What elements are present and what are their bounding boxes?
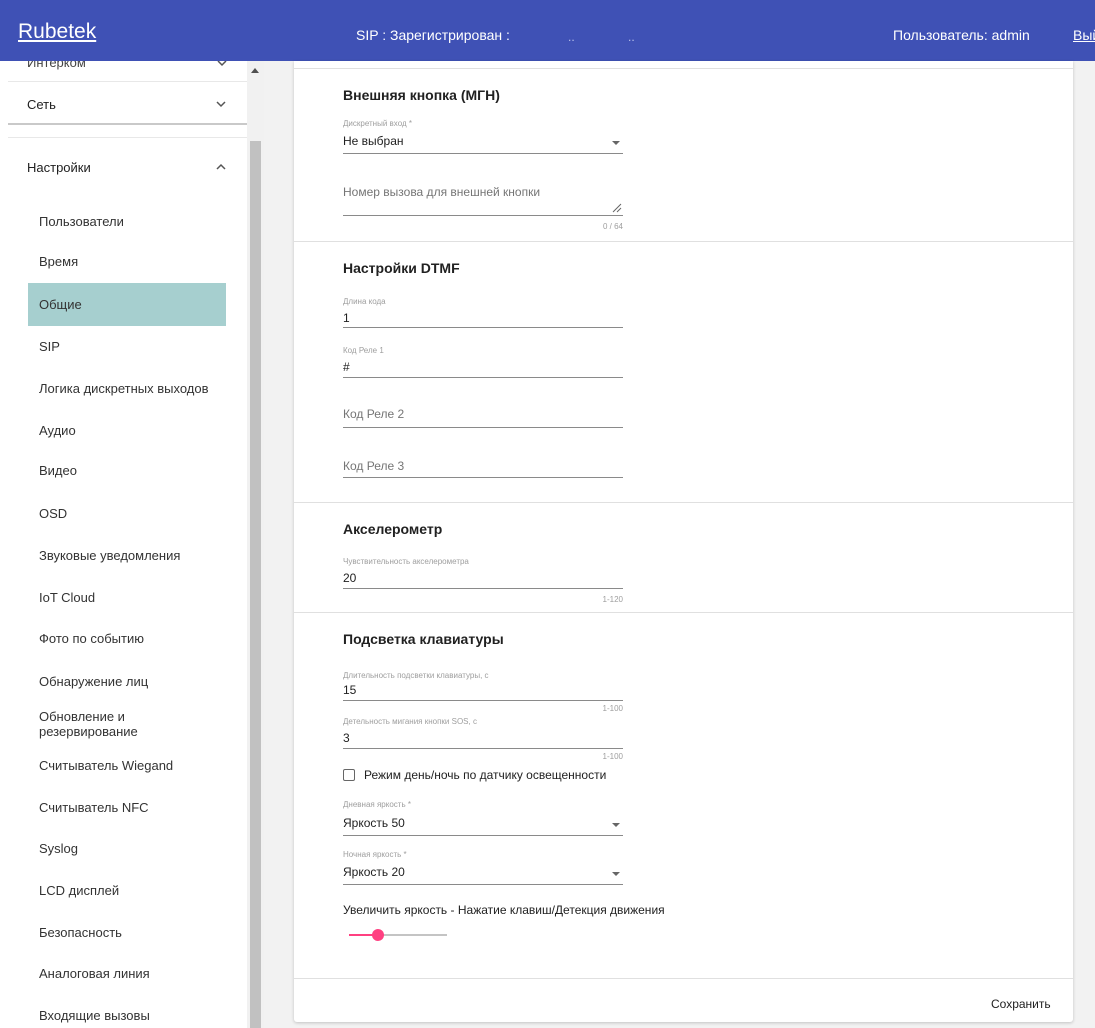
dropdown-arrow-icon[interactable] [612,823,620,827]
sidebar-item-face-detection[interactable]: Обнаружение лиц [28,664,226,698]
sidebar-item-general[interactable]: Общие [28,283,226,326]
sidebar-item-security[interactable]: Безопасность [28,915,226,949]
field-underline [343,477,623,478]
sensitivity-range-hint: 1-120 [602,595,623,604]
dropdown-arrow-icon[interactable] [612,872,620,876]
section-title-keyboard-backlight: Подсветка клавиатуры [343,631,504,647]
field-underline [343,327,623,328]
code-length-input[interactable]: 1 [343,311,350,325]
sensitivity-input[interactable]: 20 [343,571,356,585]
sidebar-divider [8,123,247,125]
call-number-textarea[interactable]: Номер вызова для внешней кнопки [343,185,540,199]
top-app-bar: Rubetek SIP : Зарегистрирован : .. .. По… [0,0,1095,61]
sidebar-item-sound-notifications[interactable]: Звуковые уведомления [28,538,226,572]
sip-status: SIP : Зарегистрирован : [356,27,510,43]
sidebar-item-wiegand-reader[interactable]: Считыватель Wiegand [28,748,226,782]
daynight-checkbox-label[interactable]: Режим день/ночь по датчику освещенности [364,768,606,782]
dropdown-arrow-icon[interactable] [612,141,620,145]
night-brightness-label: Ночная яркость * [343,850,407,859]
sidebar-item-discrete-outputs-logic[interactable]: Логика дискретных выходов [28,367,226,409]
day-brightness-label: Дневная яркость * [343,800,411,809]
sidebar-item-incoming-calls[interactable]: Входящие вызовы [28,998,226,1028]
sip-status-dots-2: .. [628,30,635,44]
sidebar-item-audio[interactable]: Аудио [28,413,226,447]
field-underline [343,427,623,428]
sidebar-item-osd[interactable]: OSD [28,496,226,530]
code-length-label: Длина кода [343,297,386,306]
field-underline [343,884,623,885]
field-underline [343,153,623,154]
backlight-duration-label: Длительность подсветки клавиатуры, с [343,671,489,680]
logout-link[interactable]: Выйти [1073,27,1095,43]
sidebar-group-label: Сеть [27,97,56,112]
discrete-input-label: Дискретный вход * [343,119,412,128]
field-underline [343,835,623,836]
sos-blink-hint: 1-100 [602,752,623,761]
chevron-down-icon [216,101,226,108]
chevron-down-icon [217,61,227,67]
sidebar-item-time[interactable]: Время [28,244,226,278]
sidebar-item-lcd-display[interactable]: LCD дисплей [28,873,226,907]
sidebar: Интерком Сеть Настройки Пользователи Вре… [0,61,247,1028]
sidebar-divider [8,81,247,82]
relay1-code-label: Код Реле 1 [343,346,384,355]
sensitivity-label: Чувствительность акселерометра [343,557,469,566]
sidebar-item-nfc-reader[interactable]: Считыватель NFC [28,790,226,824]
relay1-code-input[interactable]: # [343,360,350,374]
increase-brightness-slider-thumb[interactable] [372,929,384,941]
scroll-up-arrow-icon[interactable] [251,68,259,73]
settings-card: Внешняя кнопка (МГН) Дискретный вход * Н… [294,61,1073,1022]
day-brightness-select[interactable]: Яркость 50 [343,816,405,830]
night-brightness-select[interactable]: Яркость 20 [343,865,405,879]
section-divider [294,241,1073,242]
section-title-dtmf: Настройки DTMF [343,260,460,276]
sidebar-divider [8,137,247,138]
sidebar-item-syslog[interactable]: Syslog [28,831,226,865]
daynight-checkbox[interactable] [343,769,355,781]
section-divider [294,502,1073,503]
sidebar-item-iot-cloud[interactable]: IoT Cloud [28,580,226,614]
section-title-external-button: Внешняя кнопка (МГН) [343,87,500,103]
backlight-duration-input[interactable]: 15 [343,683,356,697]
brand-logo-link[interactable]: Rubetek [18,20,96,44]
sidebar-group-network[interactable]: Сеть [0,83,247,127]
sidebar-group-settings[interactable]: Настройки [0,146,247,190]
discrete-input-select[interactable]: Не выбран [343,134,404,148]
chevron-up-icon [216,163,226,170]
char-counter: 0 / 64 [602,222,623,231]
sidebar-item-intercom[interactable]: Интерком [27,61,86,70]
field-underline [343,215,623,216]
section-title-accelerometer: Акселерометр [343,521,443,537]
section-divider [294,612,1073,613]
sos-blink-input[interactable]: 3 [343,731,350,745]
section-divider [294,68,1073,69]
sip-status-dots-1: .. [568,30,575,44]
field-underline [343,748,623,749]
sidebar-item-analog-line[interactable]: Аналоговая линия [28,956,226,990]
sidebar-item-event-photo[interactable]: Фото по событию [28,621,226,655]
relay2-code-input[interactable]: Код Реле 2 [343,407,404,421]
scrollbar-thumb[interactable] [250,141,261,1028]
increase-brightness-label: Увеличить яркость - Нажатие клавиш/Детек… [343,903,665,917]
save-button[interactable]: Сохранить [991,997,1051,1011]
backlight-duration-hint: 1-100 [602,704,623,713]
resize-handle-icon[interactable] [612,203,622,213]
sidebar-item-update-backup[interactable]: Обновление и резервирование [28,703,226,745]
sidebar-item-video[interactable]: Видео [28,453,226,487]
field-underline [343,588,623,589]
field-underline [343,700,623,701]
sidebar-item-sip[interactable]: SIP [28,329,226,363]
current-user: Пользователь: admin [893,27,1030,43]
section-divider [294,978,1073,979]
sidebar-item-users[interactable]: Пользователи [28,204,226,238]
sidebar-group-label: Настройки [27,160,91,175]
sos-blink-label: Детельность мигания кнопки SOS, с [343,717,477,726]
relay3-code-input[interactable]: Код Реле 3 [343,459,404,473]
sidebar-scrollbar[interactable] [247,61,264,1028]
field-underline [343,377,623,378]
